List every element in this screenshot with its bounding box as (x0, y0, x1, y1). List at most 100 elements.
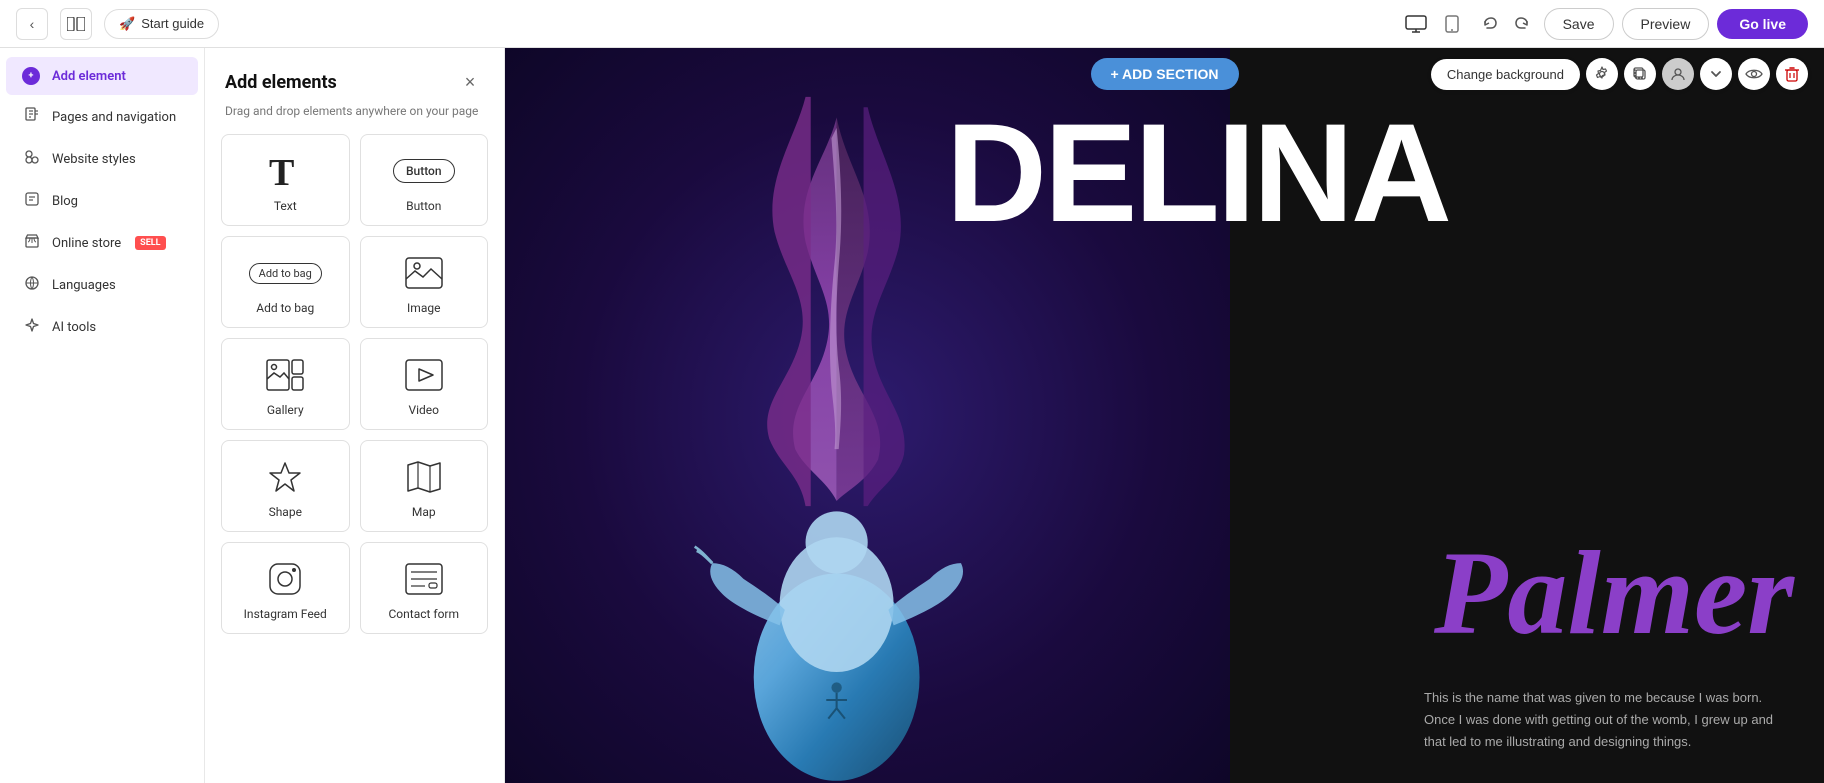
panel-title: Add elements (225, 72, 337, 93)
element-card-text[interactable]: T Text (221, 134, 350, 226)
map-element-icon (404, 457, 444, 497)
sidebar-item-label: Online store (52, 236, 121, 251)
add-to-bag-element-icon: Add to bag (249, 253, 322, 293)
main-layout: + Add element Pages and navigation Websi… (0, 48, 1824, 783)
sidebar-item-label: Add element (52, 69, 126, 84)
preview-button[interactable]: Preview (1622, 8, 1710, 40)
element-card-shape[interactable]: Shape (221, 440, 350, 532)
hero-section: DELINA Palmer This is the name that was … (505, 48, 1824, 783)
sidebar-item-label: Website styles (52, 152, 136, 167)
store-icon (22, 233, 42, 253)
element-card-instagram[interactable]: Instagram Feed (221, 542, 350, 634)
map-element-label: Map (412, 505, 436, 519)
element-card-button[interactable]: Button Button (360, 134, 489, 226)
start-guide-button[interactable]: 🚀 Start guide (104, 9, 219, 39)
sidebar-item-add-element[interactable]: + Add element (6, 57, 198, 95)
add-elements-panel: Add elements × Drag and drop elements an… (205, 48, 505, 783)
change-background-button[interactable]: Change background (1431, 59, 1580, 90)
ai-icon (22, 317, 42, 337)
element-card-contact-form[interactable]: Contact form (360, 542, 489, 634)
image-element-label: Image (407, 301, 440, 315)
text-element-label: Text (274, 199, 297, 213)
svg-text:T: T (269, 152, 294, 191)
website-canvas: + ADD SECTION Change background (505, 48, 1824, 783)
element-card-add-to-bag[interactable]: Add to bag Add to bag (221, 236, 350, 328)
back-icon: ‹ (30, 16, 35, 32)
element-card-video[interactable]: Video (360, 338, 489, 430)
avatar-button[interactable] (1662, 58, 1694, 90)
hero-description: This is the name that was given to me be… (1424, 687, 1784, 753)
redo-icon (1514, 16, 1530, 32)
shape-element-icon (267, 457, 303, 497)
sidebar-item-label: Blog (52, 194, 78, 209)
chevron-down-icon (1708, 66, 1724, 82)
move-down-button[interactable] (1700, 58, 1732, 90)
delete-button[interactable] (1776, 58, 1808, 90)
redo-button[interactable] (1508, 10, 1536, 38)
section-actions: Change background (1431, 58, 1808, 90)
undo-button[interactable] (1476, 10, 1504, 38)
sidebar-item-languages[interactable]: Languages (6, 265, 198, 305)
gear-icon (1594, 66, 1610, 82)
contact-form-element-label: Contact form (388, 607, 459, 621)
tablet-icon (1445, 15, 1459, 33)
back-button[interactable]: ‹ (16, 8, 48, 40)
button-element-label: Button (406, 199, 441, 213)
settings-button[interactable] (1586, 58, 1618, 90)
duplicate-button[interactable] (1624, 58, 1656, 90)
sidebar-item-label: AI tools (52, 320, 96, 335)
panel-close-button[interactable]: × (456, 68, 484, 96)
add-section-button[interactable]: + ADD SECTION (1091, 58, 1239, 90)
golive-button[interactable]: Go live (1717, 9, 1808, 39)
element-card-image[interactable]: Image (360, 236, 489, 328)
topbar-left: ‹ 🚀 Start guide (16, 8, 219, 40)
video-element-label: Video (408, 403, 439, 417)
element-card-map[interactable]: Map (360, 440, 489, 532)
sidebar-item-blog[interactable]: Blog (6, 181, 198, 221)
sell-badge: SELL (135, 236, 165, 250)
layout-button[interactable] (60, 8, 92, 40)
styles-icon (22, 149, 42, 169)
contact-form-element-icon (405, 559, 443, 599)
undo-icon (1482, 16, 1498, 32)
image-element-icon (405, 253, 443, 293)
trash-icon (1785, 66, 1799, 82)
panel-subtitle: Drag and drop elements anywhere on your … (205, 104, 504, 134)
element-card-gallery[interactable]: Gallery (221, 338, 350, 430)
sidebar: + Add element Pages and navigation Websi… (0, 48, 205, 783)
button-element-icon: Button (393, 151, 455, 191)
sidebar-item-label: Pages and navigation (52, 110, 176, 125)
desktop-icon (1405, 15, 1427, 33)
device-buttons (1400, 8, 1468, 40)
rocket-icon: 🚀 (119, 16, 135, 32)
blog-icon (22, 191, 42, 211)
text-element-icon: T (265, 151, 305, 191)
instagram-element-icon (267, 559, 303, 599)
panel-header: Add elements × (205, 48, 504, 104)
hero-name-delina: DELINA (571, 103, 1824, 243)
topbar-right: Save Preview Go live (1400, 8, 1808, 40)
elements-grid: T Text Button Button Add to bag Add to b… (205, 134, 504, 650)
sidebar-item-ai[interactable]: AI tools (6, 307, 198, 347)
sidebar-item-styles[interactable]: Website styles (6, 139, 198, 179)
add-to-bag-element-label: Add to bag (256, 301, 314, 315)
save-button[interactable]: Save (1544, 8, 1614, 40)
gallery-element-icon (266, 355, 304, 395)
pages-icon (22, 107, 42, 127)
add-to-bag-preview: Add to bag (249, 263, 322, 284)
hero-name-palmer: Palmer (1434, 533, 1794, 653)
avatar-icon (1670, 66, 1686, 82)
sidebar-item-label: Languages (52, 278, 116, 293)
shape-element-label: Shape (269, 505, 302, 519)
languages-icon (22, 275, 42, 295)
video-element-icon (405, 355, 443, 395)
tablet-device-button[interactable] (1436, 8, 1468, 40)
button-preview: Button (393, 159, 455, 183)
visibility-button[interactable] (1738, 58, 1770, 90)
desktop-device-button[interactable] (1400, 8, 1432, 40)
undo-redo-controls (1476, 10, 1536, 38)
duplicate-icon (1632, 66, 1648, 82)
sidebar-item-store[interactable]: Online store SELL (6, 223, 198, 263)
sidebar-item-pages[interactable]: Pages and navigation (6, 97, 198, 137)
start-guide-label: Start guide (141, 16, 204, 31)
